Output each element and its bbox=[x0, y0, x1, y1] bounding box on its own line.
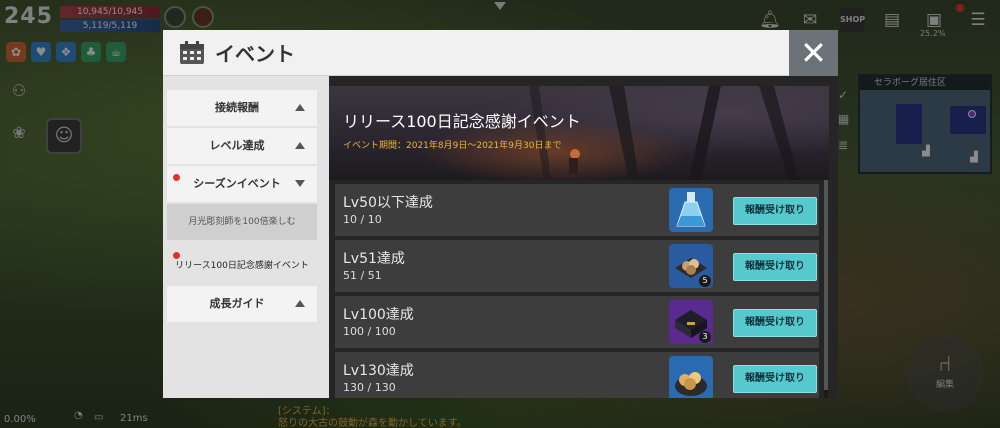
mission-row: Lv100達成 100 / 100 3 報酬受け取り bbox=[335, 296, 819, 348]
claim-reward-button[interactable]: 報酬受け取り bbox=[733, 309, 817, 337]
nav-item-label: レベル達成 bbox=[209, 139, 265, 152]
mission-name: Lv51達成 bbox=[343, 251, 405, 267]
nav-notification-dot bbox=[173, 252, 180, 259]
expand-up-icon bbox=[295, 142, 305, 149]
nav-item-label: シーズンイベント bbox=[193, 177, 281, 190]
gold-pile-icon[interactable] bbox=[669, 356, 713, 398]
reward-count: 5 bbox=[699, 275, 711, 287]
dialog-title: イベント bbox=[215, 42, 295, 66]
nav-subitem-moonlight-sculptor[interactable]: 月光彫刻師を100倍楽しむ bbox=[167, 204, 317, 240]
nav-item-level-achievement[interactable]: レベル達成 bbox=[167, 128, 317, 164]
nav-item-label: 接続報酬 bbox=[215, 101, 259, 114]
potion-icon[interactable] bbox=[669, 188, 713, 232]
nav-item-season-event[interactable]: シーズンイベント bbox=[167, 166, 317, 202]
event-period: イベント期間：2021年8月9日〜2021年9月30日まで bbox=[343, 141, 562, 151]
expand-down-icon bbox=[295, 180, 305, 187]
ore-box-icon[interactable]: 5 bbox=[669, 244, 713, 288]
scrollbar-thumb[interactable] bbox=[824, 180, 828, 390]
banner-title: リリース100日記念感謝イベント bbox=[343, 112, 581, 131]
nav-item-growth-guide[interactable]: 成長ガイド bbox=[167, 286, 317, 322]
mission-row: Lv51達成 51 / 51 5 報酬受け取り bbox=[335, 240, 819, 292]
nav-notification-dot bbox=[173, 174, 180, 181]
event-dialog: イベント ✕ 接続報酬 レベル達成 シーズンイベント 月光彫刻師を100倍楽しむ… bbox=[163, 30, 838, 398]
banner-forest-art bbox=[529, 86, 799, 180]
reward-count: 3 bbox=[699, 331, 711, 343]
mission-row: Lv50以下達成 10 / 10 報酬受け取り bbox=[335, 184, 819, 236]
mission-progress: 130 / 130 bbox=[343, 381, 396, 394]
chest-icon[interactable]: 3 bbox=[669, 300, 713, 344]
claim-reward-button[interactable]: 報酬受け取り bbox=[733, 197, 817, 225]
mission-progress: 10 / 10 bbox=[343, 213, 382, 226]
event-content-panel: リリース100日記念感謝イベント イベント期間：2021年8月9日〜2021年9… bbox=[329, 76, 838, 398]
expand-up-icon bbox=[295, 300, 305, 307]
mission-name: Lv100達成 bbox=[343, 307, 414, 323]
mission-row: Lv130達成 130 / 130 報酬受け取り bbox=[335, 352, 819, 398]
close-button[interactable]: ✕ bbox=[789, 30, 838, 76]
calendar-icon bbox=[180, 41, 204, 64]
nav-subitem-100-day-event[interactable]: リリース100日記念感謝イベント bbox=[167, 248, 317, 284]
event-category-nav: 接続報酬 レベル達成 シーズンイベント 月光彫刻師を100倍楽しむ リリース10… bbox=[163, 76, 329, 398]
nav-item-login-reward[interactable]: 接続報酬 bbox=[167, 90, 317, 126]
claim-reward-button[interactable]: 報酬受け取り bbox=[733, 253, 817, 281]
dialog-header: イベント ✕ bbox=[163, 30, 838, 76]
claim-reward-button[interactable]: 報酬受け取り bbox=[733, 365, 817, 393]
mission-name: Lv50以下達成 bbox=[343, 195, 433, 211]
event-banner: リリース100日記念感謝イベント イベント期間：2021年8月9日〜2021年9… bbox=[329, 86, 829, 180]
mission-name: Lv130達成 bbox=[343, 363, 414, 379]
mission-list-scrollbar[interactable] bbox=[824, 180, 828, 398]
expand-up-icon bbox=[295, 104, 305, 111]
mission-progress: 100 / 100 bbox=[343, 325, 396, 338]
nav-item-label: 成長ガイド bbox=[209, 297, 265, 310]
mission-progress: 51 / 51 bbox=[343, 269, 382, 282]
